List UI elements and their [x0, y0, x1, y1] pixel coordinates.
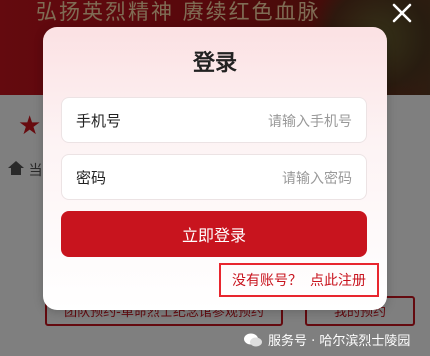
phone-label: 手机号	[76, 112, 122, 130]
login-modal: 登录 手机号 密码 立即登录 没有账号？ 点此注册	[43, 27, 387, 310]
login-button[interactable]: 立即登录	[61, 211, 367, 257]
register-prompt: 没有账号？ 点此注册	[219, 263, 379, 297]
password-label: 密码	[76, 169, 107, 187]
register-prompt-text: 没有账号？	[232, 273, 302, 289]
close-icon[interactable]	[389, 0, 415, 26]
password-field[interactable]: 密码	[61, 154, 367, 200]
watermark-text: 服务号 · 哈尔滨烈士陵园	[268, 334, 411, 349]
phone-field[interactable]: 手机号	[61, 97, 367, 143]
password-input[interactable]	[180, 163, 354, 195]
wechat-icon	[244, 333, 262, 346]
register-link[interactable]: 点此注册	[310, 270, 366, 290]
phone-input[interactable]	[180, 106, 354, 138]
modal-title: 登录	[192, 51, 237, 76]
watermark: 服务号 · 哈尔滨烈士陵园	[244, 330, 410, 349]
